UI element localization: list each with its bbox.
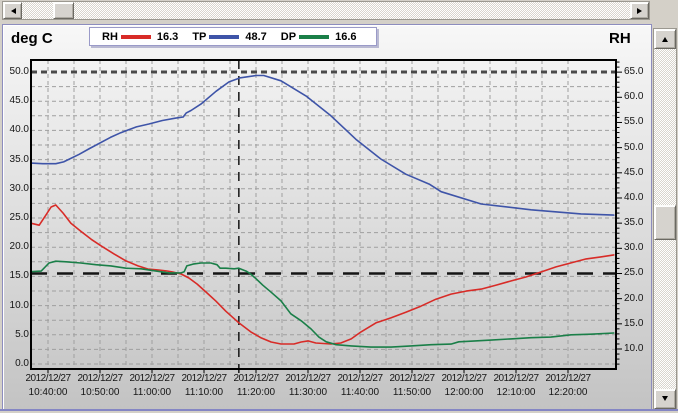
left-axis-label: 25.0 — [5, 212, 29, 224]
left-axis-label: 20.0 — [5, 241, 29, 253]
right-axis-label: 20.0 — [624, 293, 643, 305]
left-axis-label: 45.0 — [5, 95, 29, 107]
window-frame-bottom — [0, 409, 678, 411]
right-axis-label: 25.0 — [624, 267, 643, 279]
vertical-scrollbar-thumb[interactable] — [654, 205, 676, 240]
left-axis-label: 0.0 — [5, 358, 29, 370]
left-axis-label: 35.0 — [5, 154, 29, 166]
right-axis-label: 45.0 — [624, 167, 643, 179]
x-axis-time-label: 11:40:00 — [332, 387, 388, 399]
x-axis-time-label: 10:50:00 — [72, 387, 128, 399]
scroll-left-button[interactable] — [3, 2, 22, 19]
right-axis-label: 15.0 — [624, 318, 643, 330]
scroll-up-button[interactable] — [654, 29, 676, 49]
scroll-down-icon — [662, 396, 668, 404]
right-axis-label: 30.0 — [624, 242, 643, 254]
right-axis-label: 35.0 — [624, 217, 643, 229]
chart-panel: deg C RH RH 16.3 TP 48.7 DP 16.6 0.05.01… — [2, 24, 652, 410]
left-axis-label: 5.0 — [5, 329, 29, 341]
left-axis-label: 50.0 — [5, 66, 29, 78]
left-axis-label: 15.0 — [5, 270, 29, 282]
scroll-right-icon — [637, 8, 645, 14]
scroll-up-icon — [662, 34, 668, 42]
scroll-left-icon — [8, 8, 16, 14]
x-axis-time-label: 11:50:00 — [384, 387, 440, 399]
scroll-down-button[interactable] — [654, 389, 676, 409]
x-axis-time-label: 10:40:00 — [20, 387, 76, 399]
left-axis-label: 40.0 — [5, 124, 29, 136]
app-window: { "titles": { "left_axis": "deg C", "rig… — [0, 0, 678, 413]
left-axis-label: 30.0 — [5, 183, 29, 195]
right-axis-label: 65.0 — [624, 66, 643, 78]
vertical-scrollbar[interactable] — [653, 28, 677, 410]
x-axis-time-label: 11:10:00 — [176, 387, 232, 399]
x-axis-time-label: 11:20:00 — [228, 387, 284, 399]
x-axis-time-label: 11:30:00 — [280, 387, 336, 399]
left-axis-label: 10.0 — [5, 300, 29, 312]
horizontal-scrollbar[interactable] — [2, 1, 650, 20]
x-axis-date-label: 2012/12/27 — [537, 373, 599, 385]
scroll-right-button[interactable] — [630, 2, 649, 19]
right-axis-label: 50.0 — [624, 142, 643, 154]
x-axis-time-label: 11:00:00 — [124, 387, 180, 399]
x-axis-time-label: 12:10:00 — [488, 387, 544, 399]
right-axis-label: 60.0 — [624, 91, 643, 103]
right-axis-label: 40.0 — [624, 192, 643, 204]
plot-area[interactable] — [3, 25, 651, 409]
horizontal-scrollbar-thumb[interactable] — [53, 2, 74, 19]
plot-border — [31, 60, 616, 369]
right-axis-label: 55.0 — [624, 116, 643, 128]
x-axis-time-label: 12:00:00 — [436, 387, 492, 399]
x-axis-time-label: 12:20:00 — [540, 387, 596, 399]
right-axis-label: 10.0 — [624, 343, 643, 355]
